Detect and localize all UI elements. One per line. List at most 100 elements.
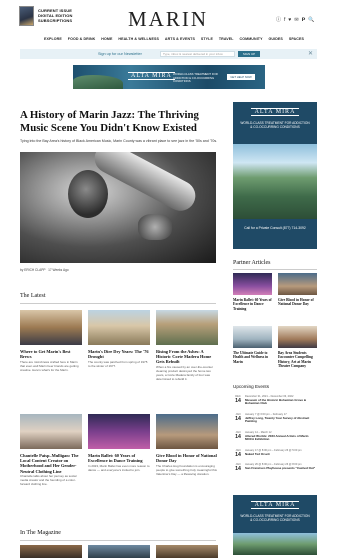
hand-figure [138, 214, 172, 240]
nav-item-guides[interactable]: GUIDES [269, 37, 283, 41]
social-icons: ⓘ f ♥ ✉ 𝗣 🔍 [276, 17, 314, 23]
event-name[interactable]: Altered Worlds: 2023 Annual Artists of M… [245, 434, 317, 443]
card-title-chantelle[interactable]: Chantelle Paisp–Mulligan: The Local Cont… [20, 453, 82, 474]
newsletter-bar: Sign up for our Newsletter Type, inbox &… [20, 49, 317, 59]
card-image-drought[interactable] [88, 310, 150, 345]
newsletter-signup-button[interactable]: SIGN UP [238, 51, 260, 57]
ad-cta-button[interactable]: GET HELP NOW [227, 74, 255, 80]
card-image-home[interactable] [156, 310, 218, 345]
sidebar-ad-2-logo: ALTA MIRA [251, 501, 299, 509]
latest-section-title: The Latest [20, 293, 46, 299]
magazine-image[interactable] [20, 545, 82, 558]
nav-item-food-drink[interactable]: FOOD & DRINK [68, 37, 96, 41]
ad-logo: ALTA MIRA [128, 72, 175, 80]
event-date: JAN 14 [235, 449, 241, 458]
event-name[interactable]: San Francisco Playhouse presents "Cashed… [245, 466, 317, 471]
partner-image-theatre[interactable] [278, 326, 317, 348]
nav-item-health-wellness[interactable]: HEALTH & WELLNESS [118, 37, 159, 41]
page: CURRENT ISSUE DIGITAL EDITION SUBSCRIPTI… [0, 0, 337, 558]
nav-item-explore[interactable]: EXPLORE [44, 37, 62, 41]
partner-title-blood[interactable]: Give Blood in Honor of National Donor Da… [278, 298, 318, 307]
event-name[interactable]: Museum of the Historic Bohemian Grove & … [245, 398, 317, 407]
card-text-chantelle: Chantelle talks about her journey as soc… [20, 474, 77, 486]
card-image-brews[interactable] [20, 310, 82, 345]
site-header: CURRENT ISSUE DIGITAL EDITION SUBSCRIPTI… [0, 0, 337, 34]
card-text-brews: There are microbrews crafted here in Mar… [20, 360, 79, 372]
card-text-ballet: In 2023, Marin Ballet has even more reas… [88, 464, 150, 472]
article-headline[interactable]: A History of Marin Jazz: The Thriving Mu… [20, 109, 220, 134]
nav-item-spaces[interactable]: SPACES [289, 37, 304, 41]
card-title-ballet[interactable]: Marin Ballet: 60 Years of Excellence in … [88, 453, 150, 463]
nav-item-community[interactable]: COMMUNITY [240, 37, 263, 41]
sidebar-ad-2-copy: WORLD-CLASS TREATMENT FOR ADDICTION & CO… [240, 514, 310, 523]
ad-banner[interactable]: ALTA MIRA WORLD-CLASS TREATMENT FOR ADDI… [73, 65, 265, 89]
card-title-home[interactable]: Rising From the Ashes: A Historic Corte … [156, 349, 218, 365]
partner-title-health[interactable]: The Ultimate Guide to Health and Wellnes… [233, 351, 273, 364]
event-item[interactable]: JAN 14 January 26 @ 8:00 pm – February 26… [233, 463, 317, 476]
partner-title-ballet[interactable]: Marin Ballet: 60 Years of Excellence in … [233, 298, 273, 311]
events-section-title: Upcoming Events [233, 384, 270, 389]
article-byline: by ERICH CLAPP 17 Weeks Ago [20, 268, 69, 272]
card-text-drought: The county was parched from spring of 19… [88, 360, 148, 368]
card-title-brews[interactable]: Where to Get Marin's Best Brews [20, 349, 82, 359]
card-title-blood[interactable]: Give Blood in Honor of National Donor Da… [156, 453, 218, 463]
facebook-icon[interactable]: f [284, 17, 285, 23]
heart-icon[interactable]: ♥ [288, 17, 291, 23]
newsletter-email-input[interactable]: Type, inbox & nearest delivered in your … [160, 51, 235, 57]
issue-links[interactable]: CURRENT ISSUE DIGITAL EDITION SUBSCRIPTI… [38, 8, 98, 23]
sidebar-ad-2-photo [233, 533, 317, 555]
event-date: DEC 14 [235, 395, 241, 404]
newsletter-label: Sign up for our Newsletter [98, 52, 142, 56]
main-nav: EXPLORE FOOD & DRINK HOME HEALTH & WELLN… [44, 37, 304, 41]
nav-item-style[interactable]: STYLE [201, 37, 213, 41]
magazine-image[interactable] [156, 545, 218, 558]
byline-author[interactable]: by ERICH CLAPP [20, 268, 45, 272]
mail-icon[interactable]: ✉ [294, 17, 298, 23]
partner-image-blood[interactable] [278, 273, 317, 295]
instagram-icon[interactable]: ⓘ [276, 17, 281, 23]
magazine-image[interactable] [88, 545, 150, 558]
sidebar-ad-copy: WORLD-CLASS TREATMENT FOR ADDICTION & CO… [240, 121, 310, 130]
musician-figure [68, 170, 108, 218]
pinterest-icon[interactable]: 𝗣 [302, 17, 306, 23]
event-item[interactable]: JAN 14 January 14 – March 12 Altered Worl… [233, 431, 317, 444]
divider [20, 303, 216, 304]
card-text-home: When a fire caused by an over-the-counte… [156, 365, 213, 381]
event-date: JAN 14 [235, 431, 241, 440]
partner-title-theatre[interactable]: Bay Area Students Encounter Compelling H… [278, 351, 318, 368]
nav-item-travel[interactable]: TRAVEL [219, 37, 234, 41]
event-date: JAN 14 [235, 413, 241, 422]
event-item[interactable]: JAN 14 January 17 @ 8:00 pm – February 26… [233, 449, 317, 462]
card-image-chantelle[interactable] [20, 414, 82, 449]
ad-landscape-image [73, 75, 123, 89]
sidebar-ad-2[interactable]: ALTA MIRA WORLD-CLASS TREATMENT FOR ADDI… [233, 495, 317, 555]
card-image-blood[interactable] [156, 414, 218, 449]
partner-image-ballet[interactable] [233, 273, 272, 295]
card-title-drought[interactable]: Marin's Dire Dry Years: The '76 Drought [88, 349, 150, 359]
sidebar-ad[interactable]: ALTA MIRA WORLD-CLASS TREATMENT FOR ADDI… [233, 102, 317, 249]
sidebar-ad-cta[interactable]: Call for a Private Consult (877) 714-309… [239, 226, 311, 231]
card-image-ballet[interactable] [88, 414, 150, 449]
sidebar-ad-photo [233, 144, 317, 219]
partner-image-health[interactable] [233, 326, 272, 348]
sidebar-ad-logo: ALTA MIRA [251, 108, 299, 116]
magazine-section-title: In The Magazine [20, 530, 61, 536]
search-icon[interactable]: 🔍 [308, 17, 314, 23]
divider [233, 269, 317, 270]
card-text-blood: The Charles Hug Foundation is encouragin… [156, 464, 217, 476]
article-dek: Tying into the Bay Area's history of Bla… [20, 139, 218, 143]
event-date: JAN 14 [235, 463, 241, 472]
article-hero-image[interactable] [20, 152, 216, 263]
nav-item-home[interactable]: HOME [101, 37, 112, 41]
partner-section-title: Partner Articles [233, 260, 271, 266]
ad-copy: WORLD-CLASS TREATMENT FOR ADDICTION & CO… [173, 72, 218, 83]
current-issue-cover[interactable] [19, 6, 34, 26]
event-name[interactable]: Naked Ted Orsett [245, 452, 317, 457]
event-item[interactable]: JAN 14 January 7 @ 6:00 pm – February 17 … [233, 413, 317, 426]
event-item[interactable]: DEC 14 December 31, 2021 – December 03, 2… [233, 395, 317, 408]
site-logo[interactable]: MARIN [128, 7, 208, 32]
nav-item-arts-events[interactable]: ARTS & EVENTS [165, 37, 195, 41]
close-icon[interactable]: ✕ [308, 50, 313, 57]
divider [20, 540, 216, 541]
event-name[interactable]: Jeffrey Long, Twenty Year Survey of Abst… [245, 416, 317, 425]
